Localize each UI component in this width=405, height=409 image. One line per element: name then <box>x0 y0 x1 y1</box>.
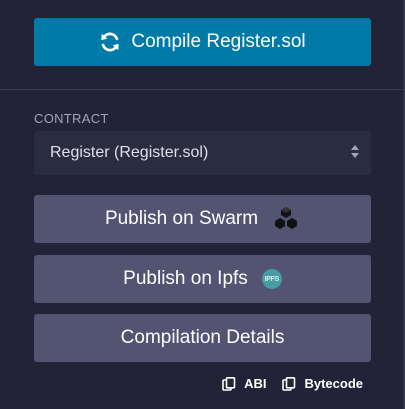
copy-bytecode-label: Bytecode <box>304 376 363 391</box>
refresh-icon <box>99 31 121 53</box>
copy-abi-button[interactable]: ABI <box>222 376 266 391</box>
copy-abi-label: ABI <box>244 376 267 391</box>
copy-icon <box>222 376 236 391</box>
publish-swarm-button[interactable]: Publish on Swarm <box>34 195 371 243</box>
compilation-details-label: Compilation Details <box>120 327 285 348</box>
footer-links: ABI Bytecode <box>206 376 363 391</box>
section-divider <box>0 89 403 90</box>
publish-ipfs-button[interactable]: Publish on Ipfs IPFS <box>34 255 371 303</box>
ipfs-badge: IPFS <box>261 269 282 289</box>
publish-ipfs-label: Publish on Ipfs <box>123 268 248 289</box>
select-arrows-icon <box>351 145 359 158</box>
contract-select[interactable]: Register (Register.sol) <box>34 131 371 175</box>
compile-button-label: Compile Register.sol <box>131 31 306 52</box>
ipfs-icon: IPFS <box>261 269 282 289</box>
copy-bytecode-button[interactable]: Bytecode <box>282 376 363 391</box>
contract-label: CONTRACT <box>34 111 109 126</box>
swarm-icon <box>272 206 300 232</box>
compile-button[interactable]: Compile Register.sol <box>34 18 371 66</box>
compilation-details-button[interactable]: Compilation Details <box>34 314 371 362</box>
copy-icon <box>282 376 296 391</box>
contract-select-value: Register (Register.sol) <box>50 144 209 161</box>
publish-swarm-label: Publish on Swarm <box>104 208 259 229</box>
